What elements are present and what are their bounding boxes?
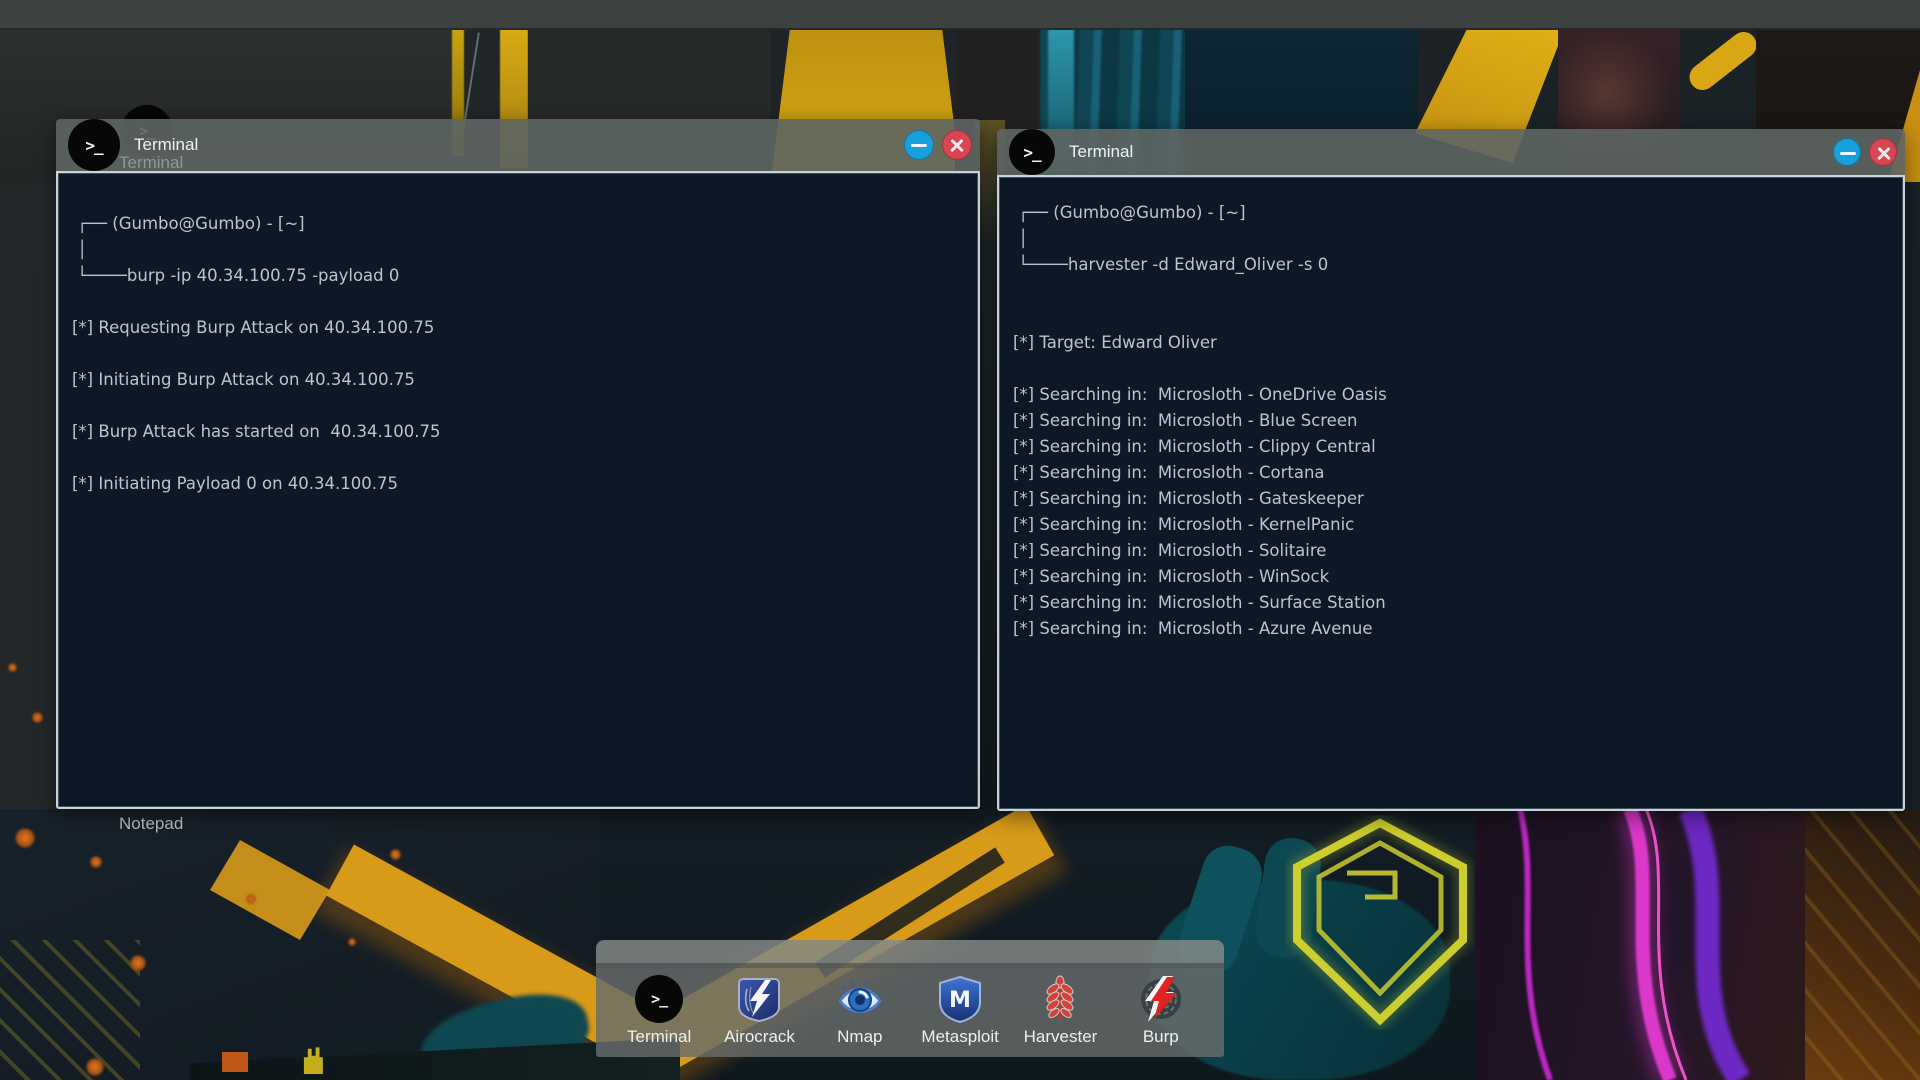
terminal-prompt-icon: >_ (85, 136, 102, 155)
close-button[interactable] (1869, 138, 1897, 166)
burp-icon (1137, 975, 1185, 1023)
terminal-window-icon: >_ (68, 119, 120, 171)
dock: >_ Terminal Airocrack (596, 940, 1224, 1057)
terminal-content[interactable]: ┌── (Gumbo@Gumbo) - [~] │ └────burp -ip … (56, 171, 980, 809)
svg-text:M: M (949, 988, 971, 1013)
desktop: >_ Terminal Notepad >_ Terminal ┌── (Gum… (0, 0, 1920, 1080)
wallpaper-dot (8, 663, 17, 672)
metasploit-icon: M (936, 975, 984, 1023)
close-button[interactable] (942, 130, 972, 160)
dock-label: Metasploit (921, 1027, 998, 1047)
wallpaper-shape (222, 1052, 248, 1072)
window-title: Terminal (1069, 142, 1833, 162)
wallpaper-dot (15, 828, 35, 848)
wallpaper-shape (1805, 809, 1920, 1080)
dock-item-airocrack[interactable]: Airocrack (709, 968, 809, 1057)
terminal-output: ┌── (Gumbo@Gumbo) - [~] │ └────harvester… (999, 177, 1903, 642)
wallpaper-dot (348, 938, 356, 946)
harvester-icon (1036, 975, 1084, 1023)
dock-label: Harvester (1024, 1027, 1098, 1047)
wallpaper-dot (32, 712, 43, 723)
dock-handle[interactable] (596, 940, 1224, 968)
desktop-icon-terminal-label[interactable]: Terminal (119, 153, 183, 173)
wallpaper-dot (130, 955, 146, 971)
wallpaper-dot (86, 1058, 104, 1076)
nmap-icon (836, 975, 884, 1023)
dock-body: >_ Terminal Airocrack (596, 968, 1224, 1057)
desktop-icon-notepad-label[interactable]: Notepad (119, 814, 183, 834)
dock-item-burp[interactable]: Burp (1111, 968, 1211, 1057)
terminal-prompt-icon: >_ (1023, 143, 1040, 162)
terminal-window-right: >_ Terminal ┌── (Gumbo@Gumbo) - [~] │ └─… (997, 129, 1905, 811)
titlebar[interactable]: >_ Terminal (997, 129, 1905, 175)
titlebar[interactable]: >_ Terminal (56, 119, 980, 171)
dock-label: Terminal (627, 1027, 691, 1047)
window-title: Terminal (134, 135, 904, 155)
dock-item-terminal[interactable]: >_ Terminal (609, 968, 709, 1057)
wallpaper-hexagon-badge (1285, 815, 1475, 1030)
minimize-button[interactable] (1833, 138, 1861, 166)
dock-item-harvester[interactable]: Harvester (1010, 968, 1110, 1057)
airocrack-icon (735, 975, 783, 1023)
terminal-window-icon: >_ (1009, 129, 1055, 175)
wallpaper-dot (246, 894, 256, 904)
dock-item-nmap[interactable]: Nmap (810, 968, 910, 1057)
top-panel (0, 0, 1920, 30)
minimize-button[interactable] (904, 130, 934, 160)
terminal-window-left: >_ Terminal ┌── (Gumbo@Gumbo) - [~] │ └─… (56, 119, 980, 809)
terminal-content[interactable]: ┌── (Gumbo@Gumbo) - [~] │ └────harvester… (997, 175, 1905, 811)
wallpaper-shape (0, 940, 140, 1080)
wallpaper-dot (390, 849, 401, 860)
dock-item-metasploit[interactable]: M Metasploit (910, 968, 1010, 1057)
wallpaper-neon-streaks (1480, 809, 1810, 1080)
terminal-output: ┌── (Gumbo@Gumbo) - [~] │ └────burp -ip … (58, 173, 978, 497)
dock-label: Nmap (837, 1027, 882, 1047)
wallpaper-dot (90, 856, 102, 868)
dock-label: Burp (1143, 1027, 1179, 1047)
terminal-icon: >_ (635, 975, 683, 1023)
dock-label: Airocrack (724, 1027, 795, 1047)
